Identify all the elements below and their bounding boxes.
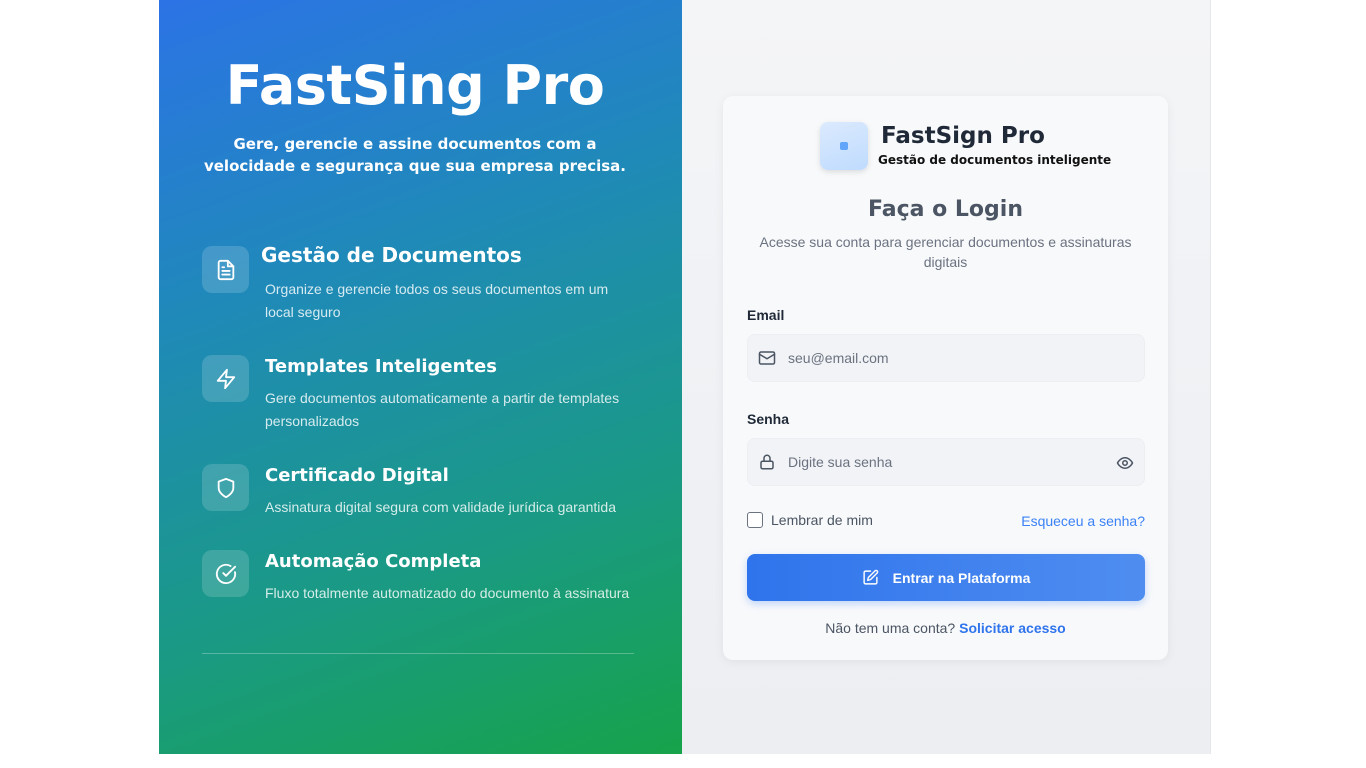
email-label: Email (747, 307, 785, 323)
forgot-password-link[interactable]: Esqueceu a senha? (1021, 513, 1145, 529)
logo-mark-icon (840, 142, 848, 150)
login-subtitle-line-2: digitais (923, 254, 968, 270)
hero-divider (202, 653, 634, 654)
lock-icon (760, 454, 774, 470)
edit-document-icon (863, 569, 878, 585)
document-icon (202, 246, 249, 293)
login-page: FastSing Pro Gere, gerencie e assine doc… (159, 0, 1211, 754)
feature-description-line-1: Gere documentos automaticamente a partir… (265, 390, 620, 406)
feature-description: Assinatura digital segura com validade j… (265, 496, 635, 519)
feature-description-line-1: Organize e gerencie todos os seus docume… (265, 281, 609, 297)
feature-description-line-1: Fluxo totalmente automatizado do documen… (265, 585, 630, 601)
password-label: Senha (747, 411, 790, 427)
mail-icon (758, 351, 776, 365)
hero-title: FastSing Pro (225, 54, 605, 117)
feature-description-line-1: Assinatura digital segura com validade j… (265, 499, 616, 515)
login-submit-button[interactable]: Entrar na Plataforma (747, 554, 1145, 601)
login-submit-label: Entrar na Plataforma (892, 569, 1031, 586)
hero-subtitle: Gere, gerencie e assine documentos com a… (199, 133, 631, 177)
signup-prompt: Não tem uma conta? Solicitar acesso (723, 620, 1168, 636)
hero-subtitle-line-1: Gere, gerencie e assine documentos com a (233, 135, 597, 153)
login-subtitle: Acesse sua conta para gerenciar document… (753, 232, 1138, 272)
password-field[interactable] (747, 438, 1145, 486)
feature-title: Gestão de Documentos (261, 243, 522, 267)
app-logo (820, 122, 868, 170)
login-title: Faça o Login (868, 197, 1023, 222)
eye-icon[interactable] (1116, 454, 1134, 472)
login-card: FastSign Pro Gestão de documentos inteli… (723, 96, 1168, 660)
hero-panel: FastSing Pro Gere, gerencie e assine doc… (159, 0, 682, 754)
feature-title: Certificado Digital (265, 465, 449, 486)
app-name: FastSign Pro (881, 123, 1045, 149)
remember-me[interactable]: Lembrar de mim (747, 512, 873, 528)
feature-title: Templates Inteligentes (265, 356, 497, 377)
remember-checkbox[interactable] (747, 512, 763, 528)
request-access-link[interactable]: Solicitar acesso (959, 620, 1066, 636)
password-input[interactable] (788, 439, 1108, 485)
login-panel: FastSign Pro Gestão de documentos inteli… (682, 0, 1211, 754)
email-input[interactable] (788, 335, 1108, 381)
check-circle-icon (202, 550, 249, 597)
hero-subtitle-line-2: velocidade e segurança que sua empresa p… (203, 157, 626, 175)
signup-prompt-text: Não tem uma conta? (825, 620, 956, 636)
login-subtitle-line-1: Acesse sua conta para gerenciar document… (759, 234, 1132, 250)
email-field[interactable] (747, 334, 1145, 382)
feature-title: Automação Completa (265, 551, 482, 572)
feature-description-line-2: local seguro (265, 304, 341, 320)
app-tagline: Gestão de documentos inteligente (878, 153, 1112, 167)
feature-description-line-2: personalizados (265, 413, 360, 429)
lightning-icon (202, 355, 249, 402)
remember-label: Lembrar de mim (771, 512, 873, 528)
feature-description: Gere documentos automaticamente a partir… (265, 387, 635, 433)
shield-icon (202, 464, 249, 511)
feature-description: Fluxo totalmente automatizado do documen… (265, 582, 635, 605)
feature-description: Organize e gerencie todos os seus docume… (265, 278, 635, 324)
